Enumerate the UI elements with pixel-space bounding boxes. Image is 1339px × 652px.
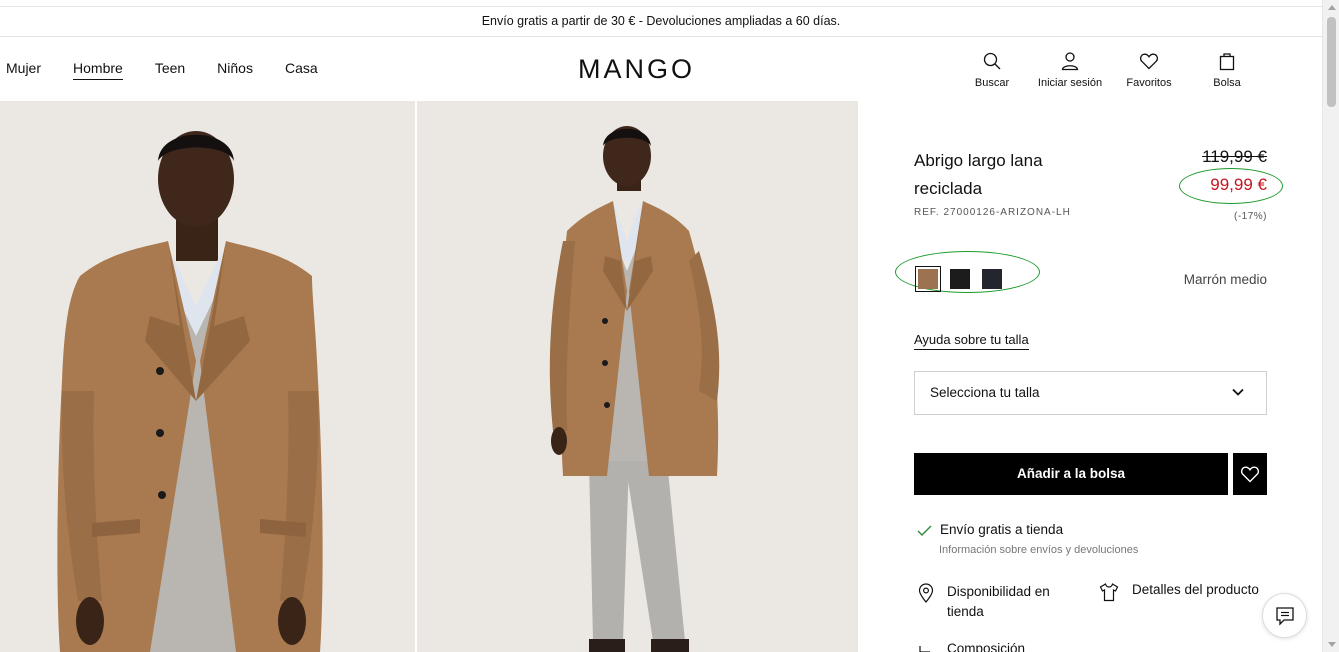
user-icon <box>1061 52 1079 71</box>
nav-item-casa[interactable]: Casa <box>285 60 318 80</box>
mango-logo[interactable]: MANGO <box>578 54 695 85</box>
nav-item-mujer[interactable]: Mujer <box>6 60 41 80</box>
color-swatch-navy[interactable] <box>982 269 1002 289</box>
nav-item-ninos[interactable]: Niños <box>217 60 253 80</box>
color-swatch-brown[interactable] <box>915 266 941 292</box>
search-button[interactable]: Buscar <box>954 51 1030 89</box>
location-pin-icon <box>918 583 934 603</box>
product-photo-full[interactable] <box>417 101 858 652</box>
add-to-bag-button[interactable]: Añadir a la bolsa <box>914 453 1228 495</box>
product-info-panel: Abrigo largo lana reciclada REF. 2700012… <box>895 101 1283 652</box>
model-front-illustration <box>0 101 415 652</box>
chevron-down-icon <box>1232 388 1244 396</box>
site-header: Mujer Hombre Teen Niños Casa MANGO Busca… <box>0 38 1322 101</box>
free-shipping-text: Envío gratis a tienda <box>940 522 1064 537</box>
bag-label: Bolsa <box>1213 77 1241 89</box>
favorites-button[interactable]: Favoritos <box>1110 51 1188 89</box>
nav-item-hombre[interactable]: Hombre <box>73 60 123 80</box>
check-icon <box>917 525 932 536</box>
search-icon <box>983 52 1001 70</box>
size-select[interactable]: Selecciona tu talla <box>914 371 1267 415</box>
product-details-label: Detalles del producto <box>1132 582 1259 597</box>
product-photo-front[interactable] <box>0 101 415 652</box>
heart-icon <box>1240 466 1260 483</box>
main-nav: Mujer Hombre Teen Niños Casa <box>6 60 318 80</box>
login-button[interactable]: Iniciar sesión <box>1030 51 1110 89</box>
store-availability-label: Disponibilidad en tienda <box>947 584 1050 619</box>
bag-button[interactable]: Bolsa <box>1188 51 1266 89</box>
search-label: Buscar <box>974 77 1010 89</box>
color-swatch-black[interactable] <box>950 269 970 289</box>
heart-icon <box>1140 53 1158 70</box>
favorites-label: Favoritos <box>1126 77 1172 89</box>
selected-color-name: Marrón medio <box>1183 272 1267 287</box>
original-price: 119,99 € <box>1202 147 1267 166</box>
scrollbar-thumb[interactable] <box>1327 17 1336 107</box>
price-highlight-circle <box>1179 168 1283 204</box>
product-reference: REF. 27000126-ARIZONA-LH <box>914 207 1071 218</box>
composition-label: Composición <box>947 641 1026 652</box>
shirt-icon <box>1099 583 1119 602</box>
chat-icon <box>1275 606 1294 626</box>
size-help-link[interactable]: Ayuda sobre tu talla <box>914 332 1029 350</box>
model-full-illustration <box>417 101 858 652</box>
announcement-bar: Envío gratis a partir de 30 € - Devoluci… <box>0 7 1322 37</box>
bag-icon <box>1219 53 1235 71</box>
nav-item-teen[interactable]: Teen <box>155 60 185 80</box>
product-title: Abrigo largo lana reciclada <box>914 151 1043 198</box>
scroll-down-arrow[interactable] <box>1328 642 1336 647</box>
scroll-up-arrow[interactable] <box>1328 5 1336 10</box>
login-label: Iniciar sesión <box>1037 77 1103 89</box>
shipping-info-link[interactable]: Información sobre envíos y devoluciones <box>939 544 1138 556</box>
page-scrollbar[interactable] <box>1322 0 1339 652</box>
composition-icon <box>919 646 930 652</box>
add-to-favorites-button[interactable] <box>1233 453 1267 495</box>
color-swatches <box>915 266 1002 292</box>
chat-button[interactable] <box>1262 593 1307 638</box>
size-select-label: Selecciona tu talla <box>930 385 1040 400</box>
header-actions: Buscar Iniciar sesión Favoritos Bolsa <box>954 51 1266 89</box>
browser-top-edge <box>0 0 1322 7</box>
discount-badge: (-17%) <box>1233 211 1267 222</box>
